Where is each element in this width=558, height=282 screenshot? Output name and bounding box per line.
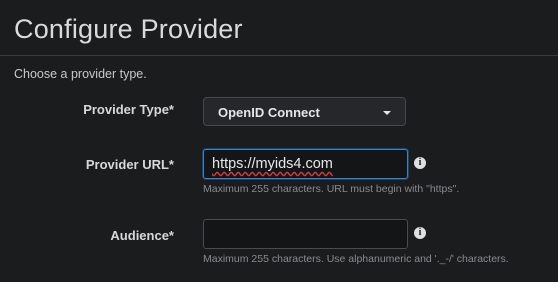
provider-url-hint: Maximum 255 characters. URL must begin w… <box>203 183 460 195</box>
page-title: Configure Provider <box>14 14 243 44</box>
provider-type-label: Provider Type* <box>83 102 174 117</box>
page-subtitle: Choose a provider type. <box>14 67 147 81</box>
audience-hint: Maximum 255 characters. Use alphanumeric… <box>203 253 509 265</box>
chevron-down-icon <box>383 111 391 115</box>
provider-url-value: https://myids4.com <box>212 156 333 172</box>
audience-input[interactable] <box>203 219 408 249</box>
provider-url-label: Provider URL* <box>85 157 174 172</box>
info-icon[interactable]: i <box>414 227 426 239</box>
provider-type-select[interactable]: OpenID Connect <box>203 97 406 126</box>
header-divider <box>0 55 558 56</box>
audience-label: Audience* <box>110 228 174 243</box>
provider-type-selected-value: OpenID Connect <box>218 105 320 120</box>
configure-provider-page: Configure Provider Choose a provider typ… <box>0 0 558 282</box>
info-icon[interactable]: i <box>414 157 426 169</box>
provider-url-input[interactable]: https://myids4.com <box>203 149 408 179</box>
